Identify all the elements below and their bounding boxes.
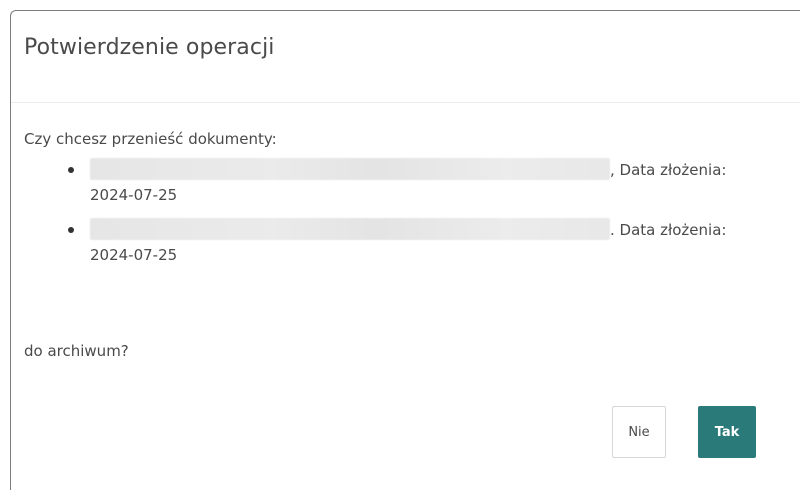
list-item: . Data złożenia: 2024-07-25	[24, 214, 794, 268]
redacted-document-name	[90, 218, 610, 240]
bullet-icon	[68, 167, 74, 173]
yes-button[interactable]: Tak	[698, 406, 756, 458]
no-button[interactable]: Nie	[612, 406, 666, 458]
bullet-icon	[68, 227, 74, 233]
document-date-label: , Data złożenia:	[610, 161, 727, 179]
list-item: , Data złożenia: 2024-07-25	[24, 154, 794, 208]
dialog-question: Czy chcesz przenieść dokumenty:	[24, 130, 277, 148]
document-list: , Data złożenia: 2024-07-25 . Data złoże…	[24, 154, 794, 268]
dialog-title: Potwierdzenie operacji	[24, 35, 275, 60]
dialog-body: Czy chcesz przenieść dokumenty: , Data z…	[24, 128, 794, 360]
document-date: 2024-07-25	[90, 246, 178, 264]
document-date-label: . Data złożenia:	[610, 221, 727, 239]
redacted-document-name	[90, 158, 610, 180]
document-date: 2024-07-25	[90, 186, 178, 204]
dialog-question-end: do archiwum?	[24, 342, 129, 360]
